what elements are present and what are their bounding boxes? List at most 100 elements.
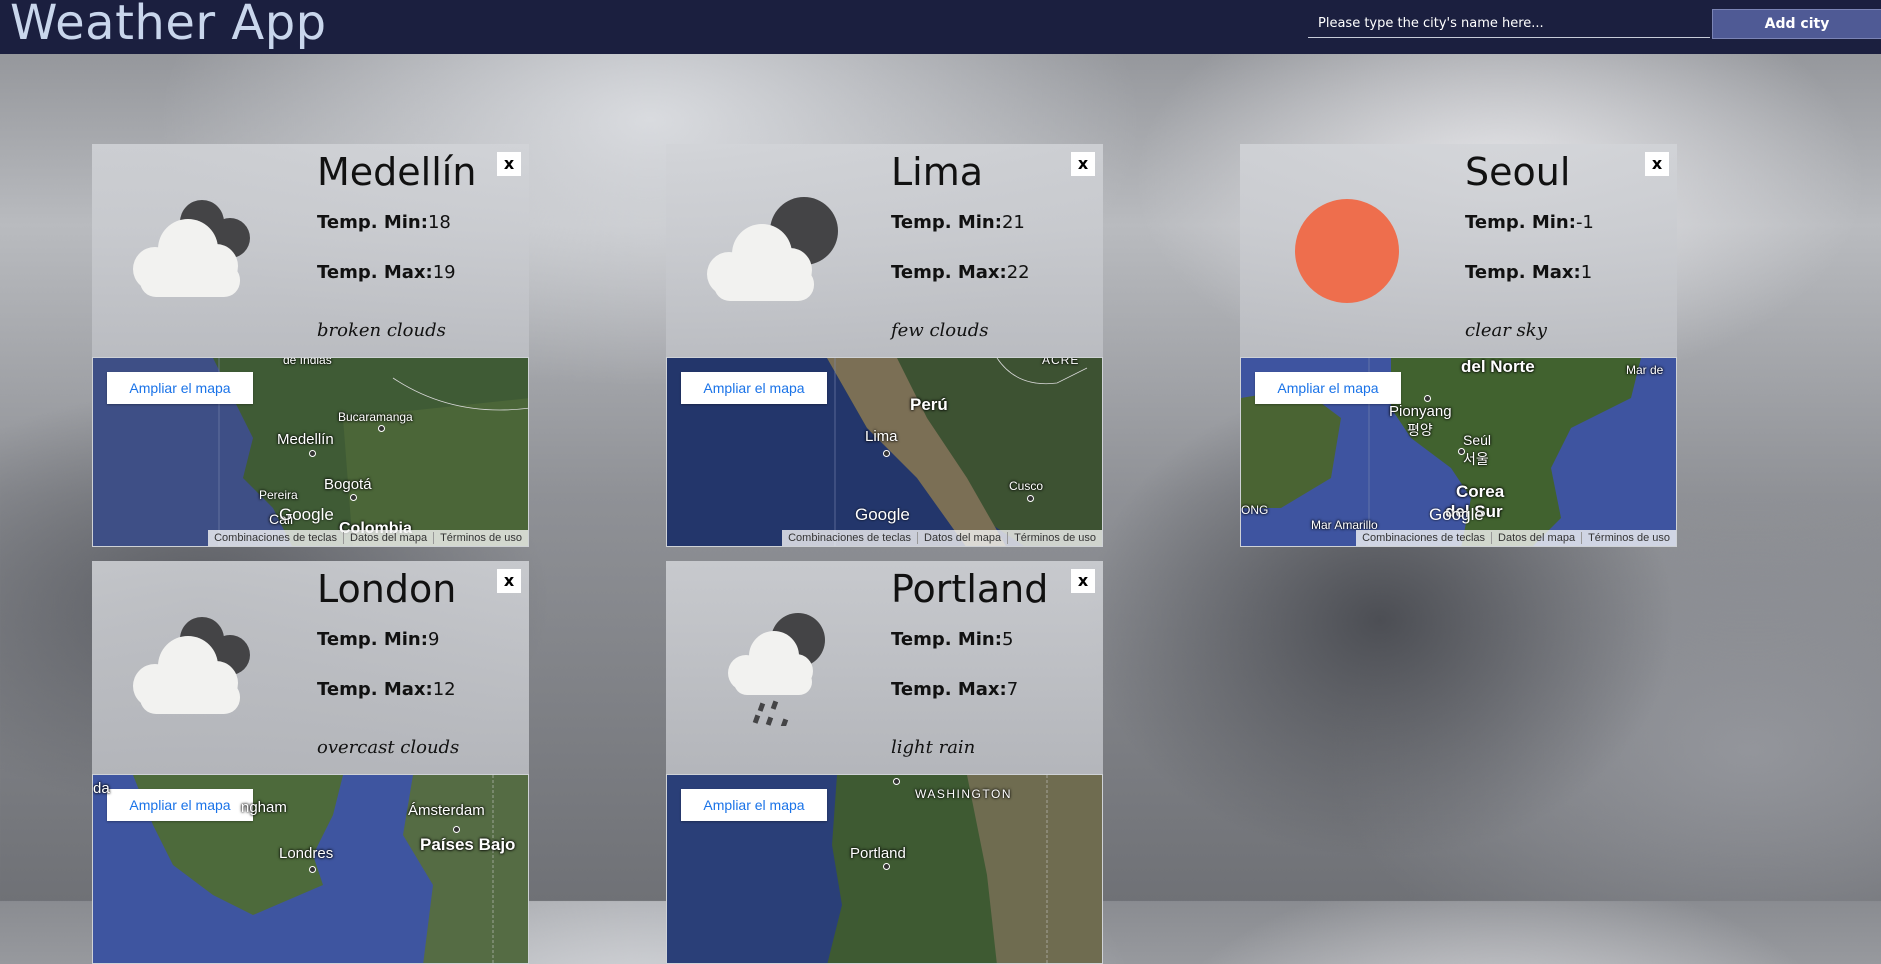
map-footer: Combinaciones de teclas Datos del mapa T… [1356, 530, 1676, 546]
temp-max: Temp. Max:7 [891, 679, 1018, 700]
temp-max: Temp. Max:19 [317, 262, 456, 283]
close-card-button[interactable]: x [497, 152, 521, 176]
temp-max-label: Temp. Max: [891, 262, 1007, 283]
weather-panel: Lima Temp. Min:21 Temp. Max:22 few cloud… [666, 144, 1103, 357]
temp-max-label: Temp. Max: [891, 679, 1007, 700]
app-header: Weather App Add city [0, 0, 1881, 54]
temp-min-value: 18 [427, 212, 451, 233]
city-map[interactable]: Ampliar el mapa del Norte Mar de Pionyan… [1240, 357, 1677, 547]
city-map[interactable]: Ampliar el mapa da ngham Ámsterdam Londr… [92, 774, 529, 964]
temp-max-label: Temp. Max: [317, 262, 433, 283]
map-label: Bucaramanga [338, 410, 413, 424]
keyboard-shortcuts-link[interactable]: Combinaciones de teclas [208, 532, 343, 544]
temp-min-value: 9 [427, 629, 440, 650]
temp-max-value: 1 [1580, 262, 1593, 283]
sun-icon [1268, 194, 1428, 309]
expand-map-button[interactable]: Ampliar el mapa [1255, 372, 1401, 404]
google-logo: Google [855, 505, 910, 524]
keyboard-shortcuts-link[interactable]: Combinaciones de teclas [782, 532, 917, 544]
weather-description: clear sky [1465, 320, 1547, 341]
city-map[interactable]: Ampliar el mapa de Indias Bucaramanga Me… [92, 357, 529, 547]
weather-panel: London Temp. Min:9 Temp. Max:12 overcast… [92, 561, 529, 774]
map-label: Países Bajo [420, 835, 516, 854]
map-label: 서울 [1463, 451, 1489, 467]
map-data-link[interactable]: Datos del mapa [917, 532, 1007, 544]
terms-link[interactable]: Términos de uso [1007, 532, 1102, 544]
city-card-seoul: Seoul Temp. Min:-1 Temp. Max:1 clear sky… [1240, 144, 1677, 547]
temp-min: Temp. Min:21 [891, 212, 1025, 233]
temp-max-label: Temp. Max: [1465, 262, 1581, 283]
city-name: Portland [891, 567, 1049, 611]
weather-panel: Medellín Temp. Min:18 Temp. Max:19 broke… [92, 144, 529, 357]
map-data-link[interactable]: Datos del mapa [343, 532, 433, 544]
map-label: Medellín [277, 431, 334, 448]
city-name: Seoul [1465, 150, 1571, 194]
map-label: ngham [241, 799, 287, 816]
city-search-input[interactable] [1308, 10, 1710, 38]
city-name: Lima [891, 150, 984, 194]
terms-link[interactable]: Términos de uso [1581, 532, 1676, 544]
weather-description: broken clouds [317, 320, 446, 341]
keyboard-shortcuts-link[interactable]: Combinaciones de teclas [1356, 532, 1491, 544]
weather-description: light rain [891, 737, 976, 758]
expand-map-button[interactable]: Ampliar el mapa [681, 789, 827, 821]
weather-panel: Seoul Temp. Min:-1 Temp. Max:1 clear sky… [1240, 144, 1677, 357]
temp-max-value: 7 [1006, 679, 1019, 700]
map-city-marker [309, 866, 316, 873]
city-card-portland: Portland Temp. Min:5 Temp. Max:7 light r… [666, 561, 1103, 964]
map-label: de Indias [283, 357, 332, 367]
city-card-medellin: Medellín Temp. Min:18 Temp. Max:19 broke… [92, 144, 529, 547]
app-title: Weather App [10, 0, 327, 51]
temp-min-label: Temp. Min: [891, 212, 1002, 233]
map-label: ACRE [1042, 357, 1080, 367]
expand-map-button[interactable]: Ampliar el mapa [681, 372, 827, 404]
light-rain-icon [694, 611, 854, 728]
close-card-button[interactable]: x [1071, 152, 1095, 176]
map-city-marker [1458, 448, 1465, 455]
temp-min-value: -1 [1575, 212, 1594, 233]
city-card-london: London Temp. Min:9 Temp. Max:12 overcast… [92, 561, 529, 964]
map-city-marker [883, 450, 890, 457]
map-label: Londres [279, 845, 334, 862]
map-label: Perú [910, 395, 948, 414]
map-label: Pionyang [1389, 403, 1452, 420]
map-city-marker [378, 425, 385, 432]
weather-description: few clouds [891, 320, 989, 341]
temp-min: Temp. Min:5 [891, 629, 1013, 650]
temp-min-label: Temp. Min: [317, 629, 428, 650]
map-label: Corea [1456, 482, 1505, 501]
add-city-button[interactable]: Add city [1712, 9, 1881, 39]
expand-map-button[interactable]: Ampliar el mapa [107, 372, 253, 404]
city-name: London [317, 567, 457, 611]
map-city-marker [350, 494, 357, 501]
city-map[interactable]: Ampliar el mapa WASHINGTON Portland [666, 774, 1103, 964]
temp-min-label: Temp. Min: [317, 212, 428, 233]
map-label: da [93, 780, 110, 797]
terms-link[interactable]: Términos de uso [433, 532, 528, 544]
map-data-link[interactable]: Datos del mapa [1491, 532, 1581, 544]
map-label: del Norte [1461, 357, 1535, 376]
temp-min: Temp. Min:9 [317, 629, 439, 650]
temp-min-value: 5 [1001, 629, 1014, 650]
overcast-clouds-icon [120, 611, 280, 726]
google-logo: Google [279, 505, 334, 524]
map-city-marker [883, 863, 890, 870]
map-footer: Combinaciones de teclas Datos del mapa T… [208, 530, 528, 546]
temp-min: Temp. Min:18 [317, 212, 451, 233]
close-card-button[interactable]: x [1071, 569, 1095, 593]
map-label: Lima [865, 428, 898, 445]
map-label: Ámsterdam [408, 802, 485, 819]
expand-map-button[interactable]: Ampliar el mapa [107, 789, 253, 821]
temp-max-value: 19 [432, 262, 456, 283]
temp-max-value: 12 [432, 679, 456, 700]
temp-min: Temp. Min:-1 [1465, 212, 1594, 233]
close-card-button[interactable]: x [1645, 152, 1669, 176]
map-city-marker [453, 826, 460, 833]
map-label: 평양 [1407, 422, 1433, 438]
weather-panel: Portland Temp. Min:5 Temp. Max:7 light r… [666, 561, 1103, 774]
close-card-button[interactable]: x [497, 569, 521, 593]
map-city-marker [893, 778, 900, 785]
city-map[interactable]: Ampliar el mapa ACRE Perú Lima Cusco Goo… [666, 357, 1103, 547]
temp-max: Temp. Max:22 [891, 262, 1030, 283]
map-label: Pereira [259, 488, 298, 502]
